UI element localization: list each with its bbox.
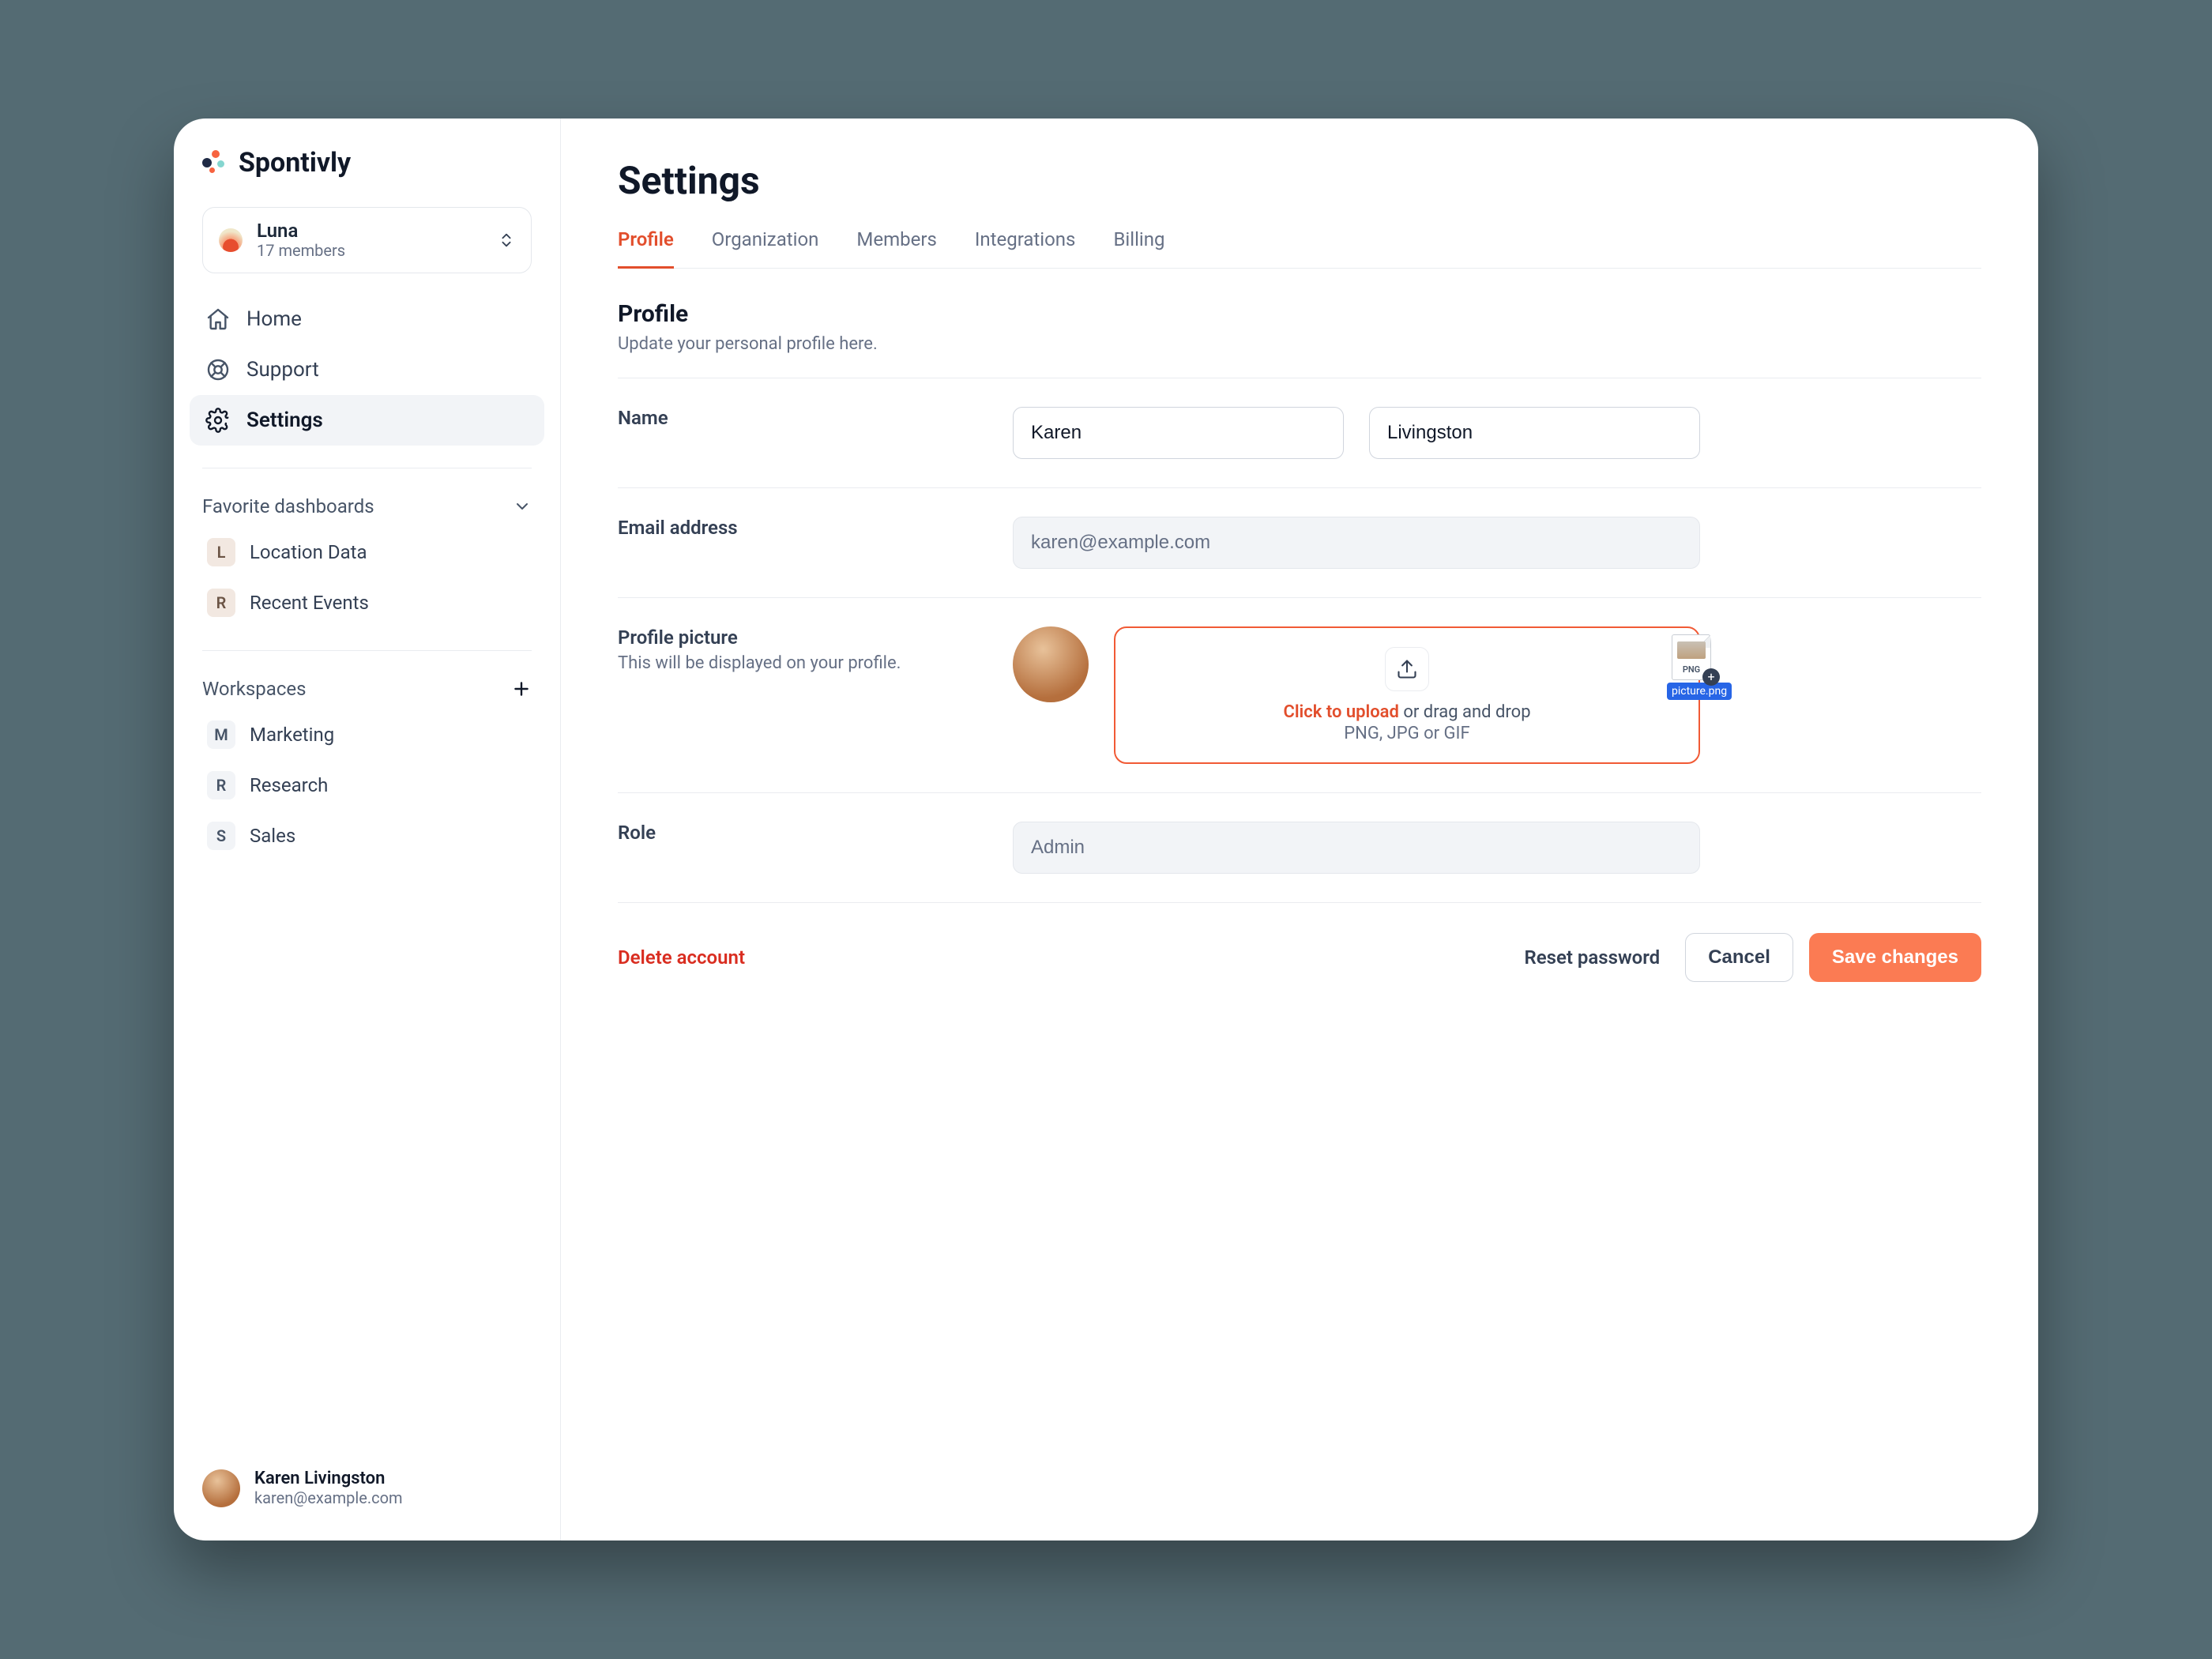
footer-user-name: Karen Livingston xyxy=(254,1469,403,1488)
workspace-label: Sales xyxy=(250,825,295,847)
favorites-title: Favorite dashboards xyxy=(202,495,374,517)
support-icon xyxy=(205,357,231,382)
click-to-upload-link[interactable]: Click to upload xyxy=(1283,702,1398,722)
nav-item-support[interactable]: Support xyxy=(190,344,544,395)
brand: Spontivly xyxy=(174,147,560,207)
favorite-label: Location Data xyxy=(250,541,367,563)
favorite-badge: L xyxy=(207,538,235,566)
workspace-item-research[interactable]: R Research xyxy=(199,760,535,811)
file-name-tag: picture.png xyxy=(1667,683,1732,700)
form-actions: Delete account Reset password Cancel Sav… xyxy=(618,927,1981,982)
footer-user-email: karen@example.com xyxy=(254,1488,403,1507)
workspace-badge: S xyxy=(207,822,235,850)
section-subtitle: Update your personal profile here. xyxy=(618,334,1981,354)
tab-organization[interactable]: Organization xyxy=(712,228,819,268)
picture-help: This will be displayed on your profile. xyxy=(618,653,981,673)
email-input xyxy=(1013,517,1700,569)
add-icon: + xyxy=(1702,668,1720,686)
nav-item-settings[interactable]: Settings xyxy=(190,395,544,446)
page-title: Settings xyxy=(618,158,1981,203)
workspace-item-sales[interactable]: S Sales xyxy=(199,811,535,861)
plus-icon[interactable] xyxy=(511,679,532,699)
favorites-list: L Location Data R Recent Events xyxy=(174,527,560,628)
picture-label: Profile picture xyxy=(618,626,981,649)
email-row: Email address xyxy=(618,512,1981,598)
brand-name: Spontivly xyxy=(239,147,351,179)
app-window: Spontivly Luna 17 members Home Support S… xyxy=(174,118,2038,1540)
primary-nav: Home Support Settings xyxy=(174,294,560,446)
favorite-label: Recent Events xyxy=(250,592,369,614)
sidebar-footer[interactable]: Karen Livingston karen@example.com xyxy=(174,1453,560,1523)
org-info: Luna 17 members xyxy=(257,220,483,260)
tab-integrations[interactable]: Integrations xyxy=(975,228,1076,268)
dragged-file[interactable]: PNG + picture.png xyxy=(1667,634,1716,700)
workspace-label: Marketing xyxy=(250,724,334,746)
tab-profile[interactable]: Profile xyxy=(618,228,674,268)
footer-user-info: Karen Livingston karen@example.com xyxy=(254,1469,403,1507)
main-content: Settings Profile Organization Members In… xyxy=(561,118,2038,1540)
upload-dropzone[interactable]: Click to upload or drag and drop PNG, JP… xyxy=(1114,626,1700,764)
reset-password-link[interactable]: Reset password xyxy=(1524,946,1660,969)
nav-label: Home xyxy=(246,307,302,331)
section-title: Profile xyxy=(618,300,1981,328)
nav-item-home[interactable]: Home xyxy=(190,294,544,344)
favorites-header[interactable]: Favorite dashboards xyxy=(174,468,560,527)
workspace-badge: R xyxy=(207,771,235,799)
chevron-down-icon xyxy=(513,497,532,516)
email-label: Email address xyxy=(618,517,981,539)
workspaces-title: Workspaces xyxy=(202,678,307,700)
tab-members[interactable]: Members xyxy=(856,228,936,268)
save-changes-button[interactable]: Save changes xyxy=(1809,933,1981,982)
name-row: Name xyxy=(618,402,1981,488)
cancel-button[interactable]: Cancel xyxy=(1685,933,1793,982)
favorite-badge: R xyxy=(207,589,235,617)
home-icon xyxy=(205,307,231,332)
workspace-badge: M xyxy=(207,720,235,749)
name-label: Name xyxy=(618,407,981,429)
last-name-input[interactable] xyxy=(1369,407,1700,459)
favorite-item-recent-events[interactable]: R Recent Events xyxy=(199,577,535,628)
picture-row: Profile picture This will be displayed o… xyxy=(618,622,1981,793)
org-avatar-icon xyxy=(219,228,243,252)
role-label: Role xyxy=(618,822,981,844)
workspace-label: Research xyxy=(250,774,328,796)
nav-label: Support xyxy=(246,358,319,382)
workspace-item-marketing[interactable]: M Marketing xyxy=(199,709,535,760)
role-input xyxy=(1013,822,1700,874)
dropzone-types: PNG, JPG or GIF xyxy=(1344,724,1469,743)
workspaces-list: M Marketing R Research S Sales xyxy=(174,709,560,861)
avatar xyxy=(202,1469,240,1507)
org-switcher[interactable]: Luna 17 members xyxy=(202,207,532,273)
role-row: Role xyxy=(618,817,1981,903)
gear-icon xyxy=(205,408,231,433)
settings-tabs: Profile Organization Members Integration… xyxy=(618,228,1981,269)
org-members: 17 members xyxy=(257,241,483,260)
brand-logo-icon xyxy=(202,150,228,175)
dropzone-primary-text: Click to upload or drag and drop xyxy=(1283,702,1530,722)
nav-label: Settings xyxy=(246,408,323,432)
favorite-item-location-data[interactable]: L Location Data xyxy=(199,527,535,577)
workspaces-header: Workspaces xyxy=(174,651,560,709)
org-name: Luna xyxy=(257,220,483,241)
first-name-input[interactable] xyxy=(1013,407,1344,459)
delete-account-link[interactable]: Delete account xyxy=(618,946,745,969)
tab-billing[interactable]: Billing xyxy=(1113,228,1164,268)
chevron-up-down-icon xyxy=(498,231,515,249)
avatar xyxy=(1013,626,1089,702)
sidebar: Spontivly Luna 17 members Home Support S… xyxy=(174,118,561,1540)
upload-icon xyxy=(1385,647,1429,691)
